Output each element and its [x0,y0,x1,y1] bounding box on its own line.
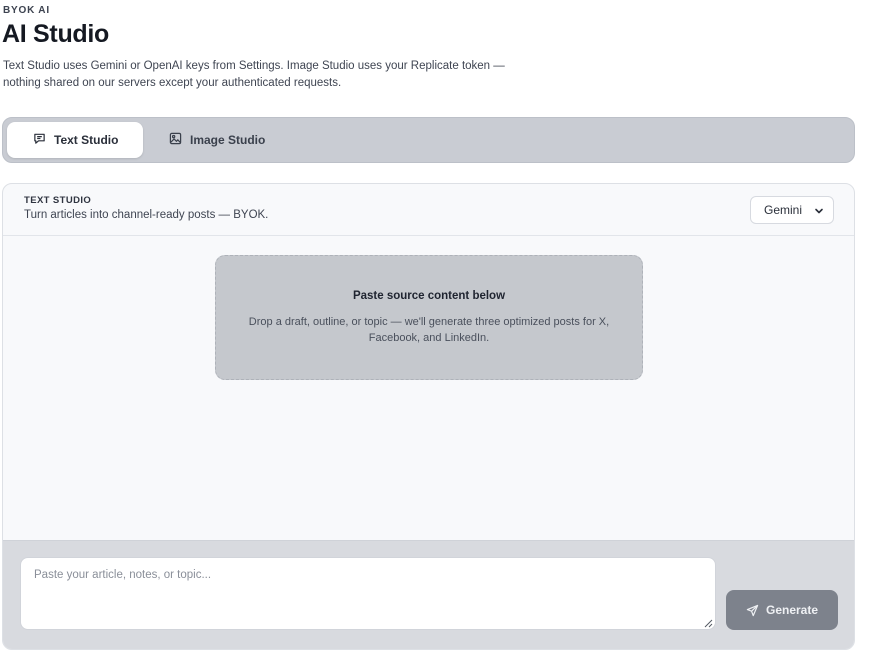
message-icon [33,132,46,148]
model-select-value: Gemini [764,203,803,217]
studio-tabs: Text Studio Image Studio [2,117,855,163]
composer: Generate [3,540,854,649]
tab-text-studio-label: Text Studio [54,133,119,147]
chevron-down-icon [815,208,823,214]
model-select[interactable]: Gemini [750,196,834,224]
page-title: AI Studio [2,20,110,48]
eyebrow-label: BYOK AI [3,5,50,16]
generate-button[interactable]: Generate [726,590,838,630]
send-icon [746,604,759,616]
tab-image-studio-label: Image Studio [190,133,266,147]
text-studio-card: TEXT STUDIO Turn articles into channel-r… [2,183,855,650]
card-description: Turn articles into channel-ready posts —… [24,209,269,221]
image-icon [169,132,182,148]
tab-text-studio[interactable]: Text Studio [7,122,143,158]
empty-state-title: Paste source content below [352,290,506,302]
page-subtitle: Text Studio uses Gemini or OpenAI keys f… [3,60,505,89]
tab-image-studio[interactable]: Image Studio [165,122,265,158]
empty-state: Paste source content below Drop a draft,… [215,255,643,380]
resize-grip-icon[interactable] [703,618,713,628]
generate-button-label: Generate [765,603,819,617]
card-kicker: TEXT STUDIO [24,195,92,206]
card-header: TEXT STUDIO Turn articles into channel-r… [3,184,854,236]
empty-state-text: Drop a draft, outline, or topic — we'll … [248,316,610,344]
source-content-input[interactable] [20,557,716,630]
